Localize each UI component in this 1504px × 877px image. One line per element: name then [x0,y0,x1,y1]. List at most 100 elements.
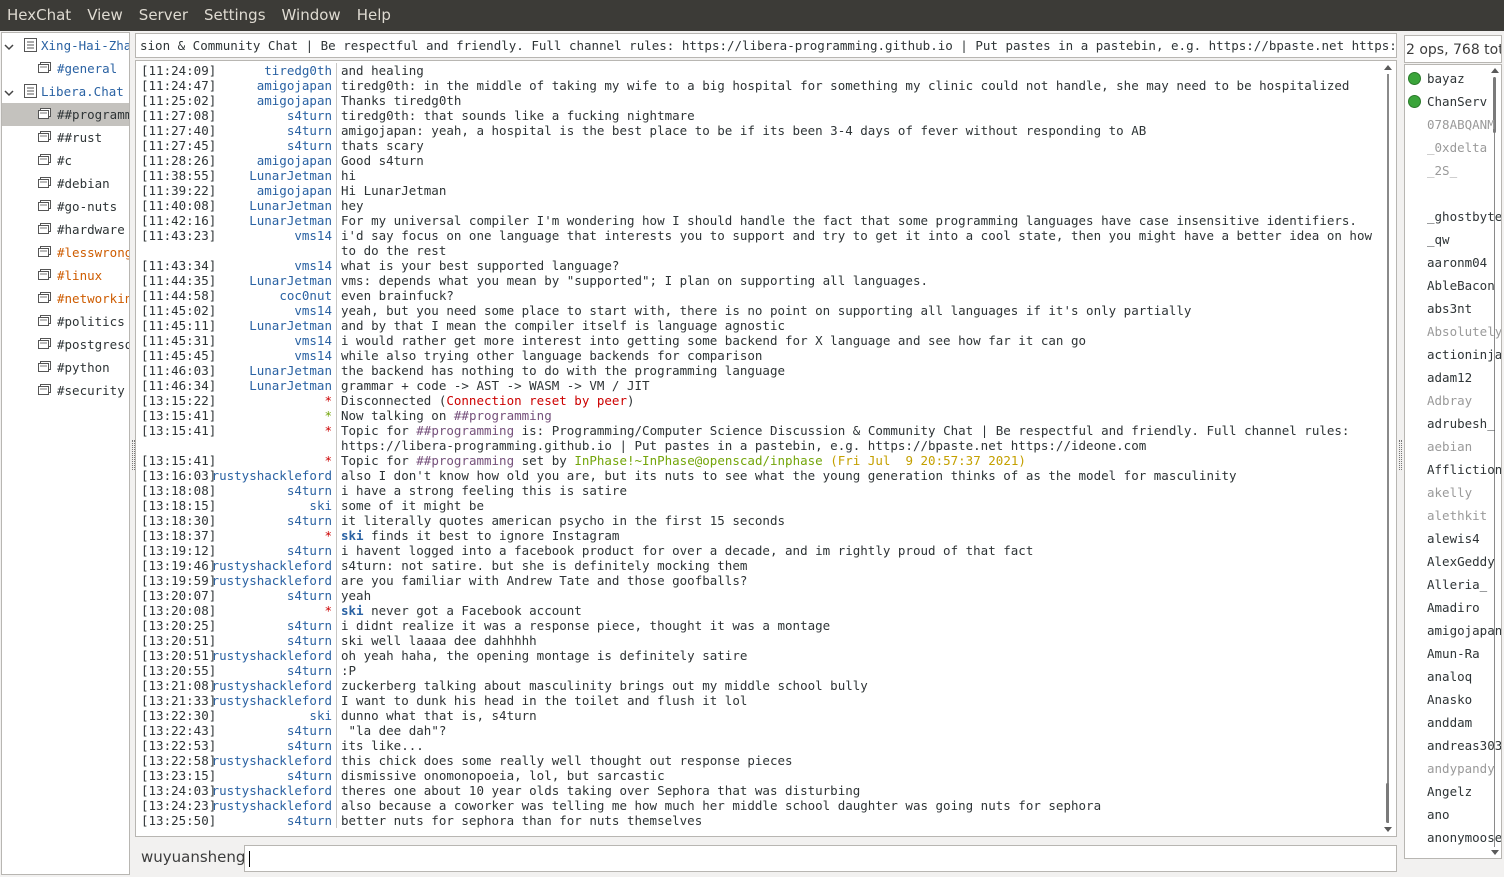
nick-label[interactable]: s4turn [208,813,336,828]
menu-server[interactable]: Server [131,0,196,31]
nick-label[interactable]: vms14 [208,303,336,318]
user-list-item[interactable]: adrubesh_ [1427,412,1495,435]
user-list-item[interactable]: Angelz [1427,780,1472,803]
pane-resize-grip-right[interactable] [1399,440,1402,470]
nick-label[interactable]: LunarJetman [208,213,336,228]
tree-channel-python[interactable]: #python [2,356,129,379]
nick-label[interactable]: * [208,423,336,453]
menu-hexchat[interactable]: HexChat [0,0,79,31]
user-list-item[interactable]: aaronm04 [1427,251,1487,274]
user-list-item[interactable]: 078ABQANM [1427,113,1495,136]
nick-label[interactable]: * [208,603,336,618]
user-list-item[interactable]: ano [1427,803,1450,826]
nick-label[interactable]: rustyshackleford [208,693,336,708]
nick-label[interactable]: s4turn [208,663,336,678]
user-list-item[interactable]: Adbray [1427,389,1472,412]
tree-channel-debian[interactable]: #debian [2,172,129,195]
nick-label[interactable]: s4turn [208,483,336,498]
nick-label[interactable]: amigojapan [208,183,336,198]
nick-label[interactable]: rustyshackleford [208,753,336,768]
user-list-item[interactable]: Absolutely [1427,320,1501,343]
user-list-item[interactable]: Anasko [1427,688,1472,711]
nick-label[interactable]: s4turn [208,543,336,558]
nick-label[interactable]: ski [208,498,336,513]
user-list-item[interactable]: analoq [1427,665,1472,688]
nick-label[interactable]: LunarJetman [208,363,336,378]
user-list-item[interactable]: alewis4 [1427,527,1480,550]
user-list-item[interactable]: _2S_ [1427,159,1457,182]
user-list-item[interactable]: ChanServ [1427,90,1487,113]
user-list-item[interactable]: Amun-Ra [1427,642,1480,665]
channel-tree[interactable]: Xing-Hai-Zhan #general Libera.Chat ##progra… [1,32,130,875]
nick-label[interactable]: amigojapan [208,78,336,93]
user-list-item[interactable]: Affliction [1427,458,1501,481]
nick-label[interactable]: * [208,528,336,543]
scroll-down-icon[interactable] [1384,827,1392,832]
tree-server-libera-chat[interactable]: Libera.Chat [2,80,129,103]
user-list-item[interactable]: AbleBacon [1427,274,1495,297]
nick-label[interactable]: s4turn [208,513,336,528]
user-list-item[interactable]: bayaz [1427,67,1465,90]
nick-label[interactable]: vms14 [208,348,336,363]
nick-label[interactable]: s4turn [208,633,336,648]
chevron-down-icon[interactable] [4,86,14,97]
nick-label[interactable]: coc0nut [208,288,336,303]
nick-label[interactable]: vms14 [208,333,336,348]
user-list-item[interactable]: anonymoose [1427,826,1501,849]
nick-label[interactable]: LunarJetman [208,273,336,288]
nick-label[interactable]: s4turn [208,723,336,738]
topic-bar[interactable]: sion & Community Chat | Be respectful an… [135,33,1397,58]
user-list-item[interactable]: andypandy [1427,757,1495,780]
scroll-up-icon[interactable] [1491,68,1499,73]
nick-button[interactable]: wuyuansheng [141,848,245,866]
user-list-item[interactable]: aebian [1427,435,1472,458]
chevron-down-icon[interactable] [4,40,14,51]
tree-channel-c[interactable]: #c [2,149,129,172]
user-list-item[interactable]: alethkit [1427,504,1487,527]
nick-label[interactable]: rustyshackleford [208,573,336,588]
nick-label[interactable]: s4turn [208,768,336,783]
scroll-trough[interactable] [1386,74,1390,823]
nick-label[interactable]: rustyshackleford [208,558,336,573]
nick-label[interactable]: LunarJetman [208,198,336,213]
tree-channel-postgresql[interactable]: #postgresql [2,333,129,356]
tree-channel-hardware[interactable]: #hardware [2,218,129,241]
menu-help[interactable]: Help [349,0,399,31]
user-list-item[interactable]: adam12 [1427,366,1472,389]
nick-label[interactable]: * [208,393,336,408]
message-input[interactable] [244,845,1397,872]
tree-server-xing-hai-zhan[interactable]: Xing-Hai-Zhan [2,34,129,57]
user-list[interactable]: bayaz ChanServ 078ABQANM _0xdelta _2S_ _ghost… [1404,64,1502,859]
user-list-item[interactable]: Alleria_ [1427,573,1487,596]
nick-label[interactable]: LunarJetman [208,168,336,183]
tree-channel-linux[interactable]: #linux [2,264,129,287]
nick-label[interactable]: s4turn [208,138,336,153]
nick-label[interactable]: s4turn [208,123,336,138]
nick-label[interactable]: rustyshackleford [208,468,336,483]
scroll-up-icon[interactable] [1384,65,1392,70]
tree-channel-lesswrong[interactable]: #lesswrong [2,241,129,264]
user-list-item[interactable]: _ghostbyte [1427,205,1501,228]
user-list-item[interactable]: _qw [1427,228,1450,251]
menu-window[interactable]: Window [274,0,349,31]
nick-label[interactable]: rustyshackleford [208,798,336,813]
tree-channel-general[interactable]: #general [2,57,129,80]
menu-settings[interactable]: Settings [196,0,274,31]
tree-channel-programming[interactable]: ##programming [2,103,129,126]
nick-label[interactable]: ski [208,708,336,723]
nick-label[interactable]: * [208,408,336,423]
tree-channel-rust[interactable]: ##rust [2,126,129,149]
scroll-thumb[interactable] [1386,783,1389,823]
user-list-item[interactable]: abs3nt [1427,297,1472,320]
user-list-item[interactable]: andreas303 [1427,734,1501,757]
user-list-item[interactable]: amigojapan [1427,619,1501,642]
tree-channel-security[interactable]: #security [2,379,129,402]
user-list-item[interactable]: Amadiro [1427,596,1480,619]
nick-label[interactable]: rustyshackleford [208,648,336,663]
nick-label[interactable]: amigojapan [208,93,336,108]
nick-label[interactable]: vms14 [208,258,336,273]
user-list-item[interactable]: actioninja [1427,343,1501,366]
nick-label[interactable]: vms14 [208,228,336,258]
tree-channel-networking[interactable]: #networking [2,287,129,310]
nick-label[interactable]: rustyshackleford [208,678,336,693]
